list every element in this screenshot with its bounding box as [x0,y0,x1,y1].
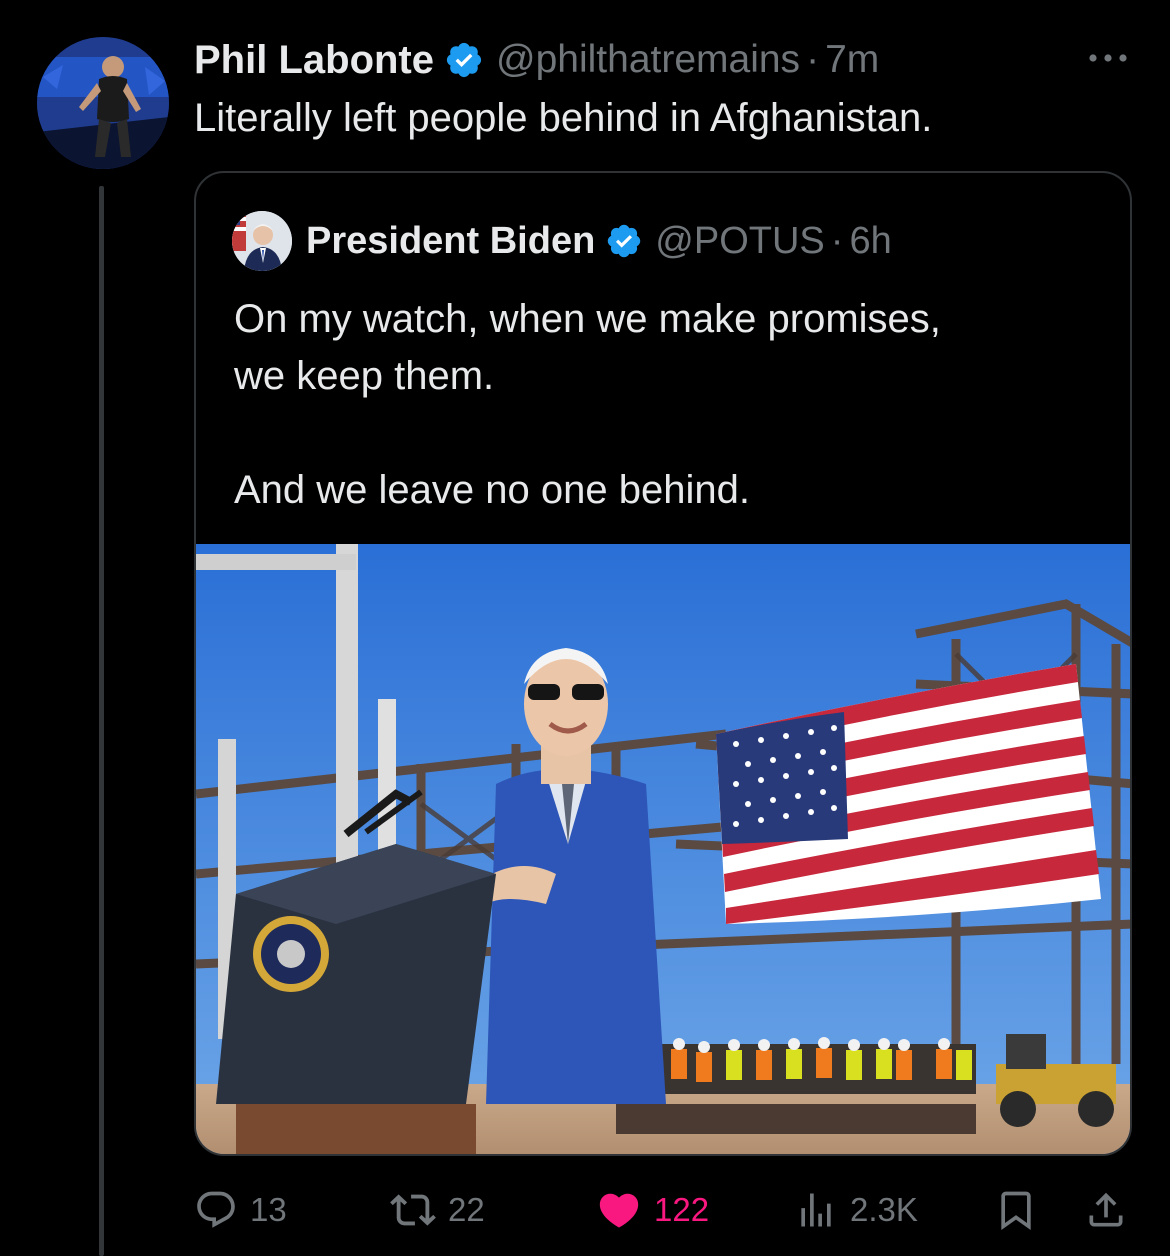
like-count: 122 [654,1191,710,1228]
action-bar: 13 22 122 2.3K [194,1180,1134,1240]
quoted-author-handle[interactable]: @POTUS [655,220,824,263]
reply-count: 13 [250,1191,287,1228]
quoted-avatar[interactable] [232,211,292,271]
separator-dot: · [830,219,844,262]
quoted-tweet-text: On my watch, when we make promises, we k… [234,291,941,519]
tweet-header: Phil Labonte @philthatremains · 7m [194,30,879,90]
quoted-text-line: And we leave no one behind. [234,468,750,512]
retweet-count: 22 [448,1191,485,1228]
bookmark-icon [994,1188,1038,1232]
verified-badge-icon[interactable] [605,222,643,260]
views-count: 2.3K [850,1191,918,1228]
thread-line [99,186,104,1256]
quoted-timestamp[interactable]: 6h [849,220,891,263]
share-button[interactable] [1084,1180,1128,1240]
tweet-text: Literally left people behind in Afghanis… [194,96,933,140]
photo [196,544,1130,1154]
retweet-button[interactable]: 22 [390,1180,485,1240]
reply-icon [194,1188,238,1232]
quoted-media-photo[interactable] [196,544,1130,1154]
share-icon [1084,1188,1128,1232]
bookmark-button[interactable] [994,1180,1038,1240]
author-handle[interactable]: @philthatremains [496,38,800,82]
verified-badge-icon[interactable] [444,40,484,80]
heart-icon [596,1187,642,1233]
views-icon [794,1188,838,1232]
like-button[interactable]: 122 [596,1180,709,1240]
quoted-tweet[interactable]: President Biden @POTUS · 6h On my watch,… [194,171,1132,1156]
quoted-author-name[interactable]: President Biden [306,220,595,263]
avatar[interactable] [37,37,169,169]
views-button[interactable]: 2.3K [794,1180,918,1240]
author-name[interactable]: Phil Labonte [194,38,434,83]
timestamp[interactable]: 7m [825,38,879,82]
more-options-icon[interactable] [1086,48,1130,68]
reply-button[interactable]: 13 [194,1180,287,1240]
quoted-text-line: we keep them. [234,354,495,398]
separator-dot: · [806,38,820,81]
quoted-header: President Biden @POTUS · 6h [306,213,892,269]
avatar-photo [37,37,169,169]
quoted-text-line: On my watch, when we make promises, [234,297,941,341]
retweet-icon [390,1187,436,1233]
quoted-avatar-photo [232,211,292,271]
